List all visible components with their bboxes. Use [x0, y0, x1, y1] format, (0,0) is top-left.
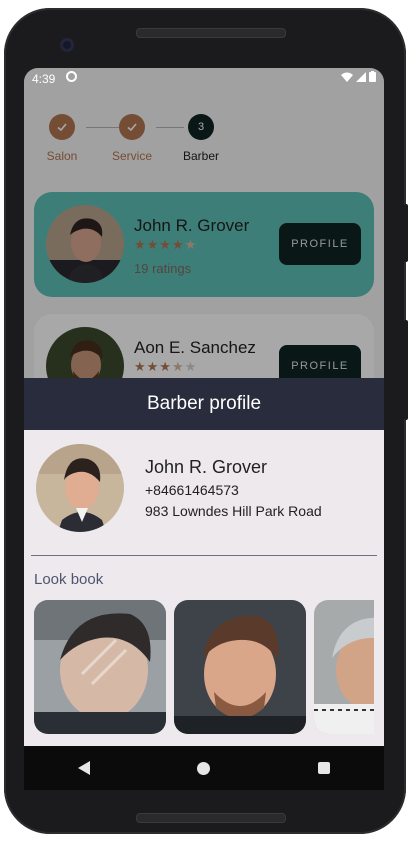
recents-icon[interactable]: [318, 762, 331, 774]
earpiece-speaker: [136, 28, 286, 38]
system-nav-bar: [24, 746, 384, 790]
lookbook-photo[interactable]: [174, 600, 306, 734]
signal-icon: [356, 71, 366, 82]
volume-button: [404, 204, 408, 262]
status-bar: 4:39: [24, 68, 384, 90]
sheet-title: Barber profile: [24, 378, 384, 430]
lookbook-photo[interactable]: [34, 600, 166, 734]
notification-icon: [66, 71, 77, 82]
lookbook-gallery[interactable]: [34, 600, 374, 734]
app-screen: Salon Service 3 Barber John R. Grover ★★: [24, 68, 384, 790]
barber-name: John R. Grover: [145, 457, 268, 477]
wifi-icon: [341, 72, 353, 82]
lookbook-heading: Look book: [34, 571, 104, 588]
battery-icon: [369, 71, 376, 82]
power-button: [404, 320, 408, 420]
lookbook-photo[interactable]: [314, 600, 374, 734]
status-time: 4:39: [32, 72, 56, 86]
front-camera: [60, 38, 74, 52]
barber-profile-sheet: Barber profile John R. Grover +846614645…: [24, 378, 384, 790]
divider: [31, 555, 377, 556]
back-icon[interactable]: [77, 761, 90, 775]
barber-phone[interactable]: +84661464573: [145, 482, 239, 498]
home-icon[interactable]: [197, 761, 211, 775]
bottom-speaker: [136, 813, 286, 823]
barber-address: 983 Lowndes Hill Park Road: [145, 503, 322, 519]
avatar: [36, 444, 124, 532]
